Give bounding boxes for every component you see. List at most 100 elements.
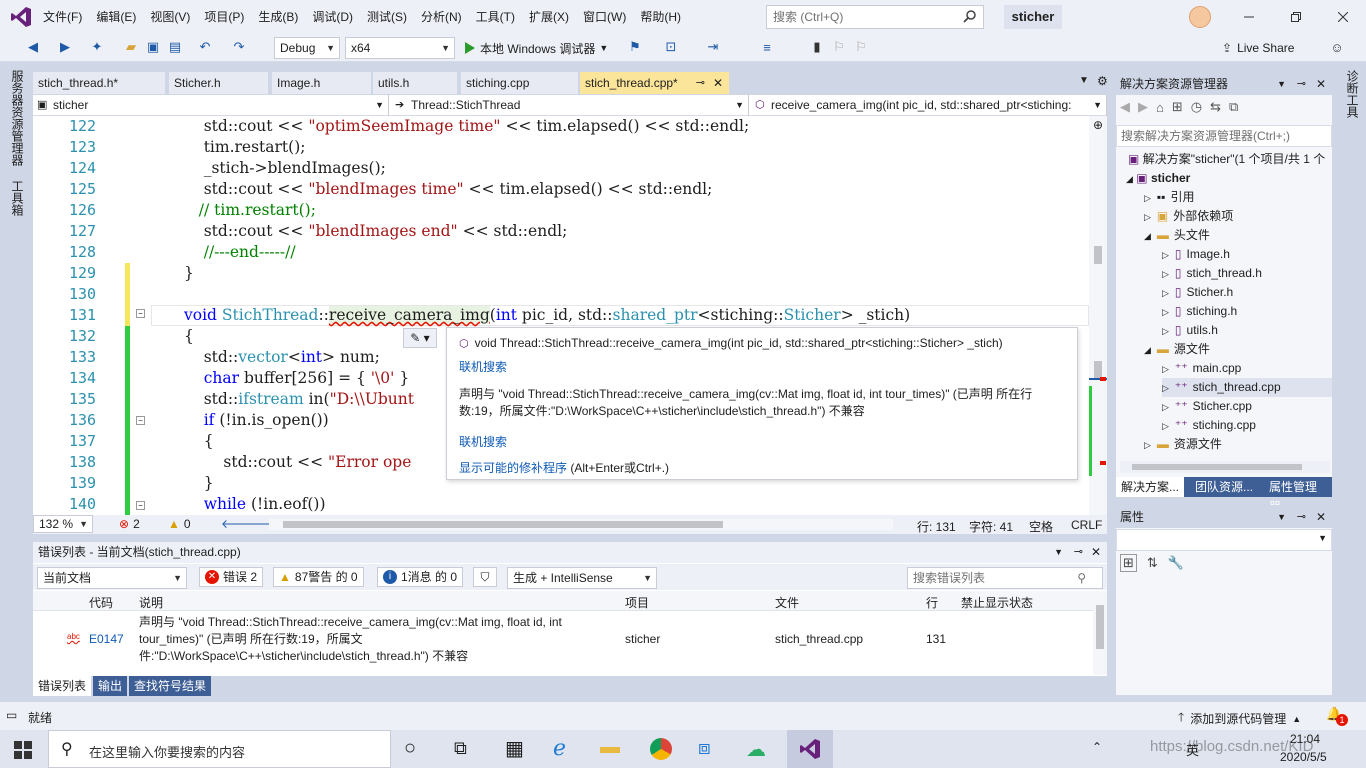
server-explorer-tab[interactable]: 服务器资源管理器 bbox=[9, 70, 26, 166]
tree-item[interactable]: ▷ ⁺⁺ stich_thread.cpp bbox=[1162, 378, 1332, 397]
scroll-thumb[interactable] bbox=[1094, 246, 1102, 264]
visual-studio-taskbar-icon[interactable] bbox=[787, 730, 833, 768]
categorized-icon[interactable]: ⊞ bbox=[1120, 554, 1137, 572]
tab-team-explorer[interactable]: 团队资源... bbox=[1190, 477, 1259, 497]
close-icon[interactable]: ✕ bbox=[1316, 506, 1326, 528]
menu-project[interactable]: 项目(P) bbox=[197, 0, 251, 34]
collapsed-icon[interactable]: ▷ bbox=[1162, 402, 1169, 412]
code-line[interactable]: if (!in.is_open()) bbox=[184, 410, 329, 431]
taskbar-search-input[interactable]: ⚲ 在这里输入你要搜索的内容 bbox=[48, 730, 391, 768]
tree-item[interactable]: ▷ ⁺⁺ stiching.cpp bbox=[1162, 416, 1256, 435]
panel-menu-icon[interactable]: ▼ bbox=[1054, 542, 1063, 563]
collapsed-icon[interactable]: ▷ bbox=[1162, 364, 1169, 374]
tab-stiching-cpp[interactable]: stiching.cpp bbox=[461, 72, 579, 94]
online-search-link[interactable]: 联机搜索 bbox=[459, 358, 507, 375]
config-select[interactable]: Debug ▼ bbox=[274, 37, 340, 59]
menu-help[interactable]: 帮助(H) bbox=[633, 0, 688, 34]
tree-hscrollbar[interactable] bbox=[1120, 461, 1330, 473]
comment-icon[interactable]: ≡ bbox=[758, 38, 776, 56]
expanded-icon[interactable]: ◢ bbox=[1144, 345, 1151, 355]
collapsed-icon[interactable]: ▷ bbox=[1162, 307, 1169, 317]
tree-item[interactable]: ▷ ▯ stiching.h bbox=[1162, 302, 1237, 321]
tab-output[interactable]: 输出 bbox=[93, 676, 128, 696]
task-view-icon[interactable]: ⧉ bbox=[454, 738, 467, 759]
code-line[interactable]: std::vector<int> num; bbox=[184, 347, 380, 368]
expanded-icon[interactable]: ◢ bbox=[1144, 231, 1151, 241]
hscroll-thumb[interactable] bbox=[283, 521, 723, 528]
code-line[interactable]: // tim.restart(); bbox=[184, 200, 316, 221]
close-window-button[interactable] bbox=[1320, 0, 1366, 34]
menu-debug[interactable]: 调试(D) bbox=[305, 0, 360, 34]
tree-item[interactable]: ▷ ▪▪ 引用 bbox=[1144, 188, 1194, 207]
code-line[interactable]: } bbox=[184, 473, 214, 494]
tree-item[interactable]: ▷ ▯ utils.h bbox=[1162, 321, 1218, 340]
tree-item[interactable]: ◢ ▬ 头文件 bbox=[1144, 226, 1210, 245]
tree-item[interactable]: ▷ ⁺⁺ Sticher.cpp bbox=[1162, 397, 1252, 416]
user-avatar[interactable] bbox=[1189, 6, 1211, 28]
panel-menu-icon[interactable]: ▼ bbox=[1277, 506, 1286, 528]
collapse-all-icon[interactable]: ⧉ bbox=[1229, 99, 1238, 115]
menu-edit[interactable]: 编辑(E) bbox=[89, 0, 143, 34]
menu-tools[interactable]: 工具(T) bbox=[469, 0, 522, 34]
save-all-icon[interactable]: ▤ bbox=[166, 38, 184, 56]
collapsed-icon[interactable]: ▷ bbox=[1162, 383, 1169, 393]
scope-nav-select[interactable]: ➔ Thread::StichThread ▼ bbox=[391, 95, 749, 116]
quick-action-button[interactable]: ✎ ▾ bbox=[403, 328, 437, 348]
error-code[interactable]: E0147 bbox=[89, 632, 124, 646]
edge-icon[interactable]: ℯ bbox=[553, 735, 566, 761]
tab-find-symbol[interactable]: 查找符号结果 bbox=[129, 676, 211, 696]
notification-bell[interactable]: 🔔 1 bbox=[1326, 706, 1348, 726]
step-icon[interactable]: ⇥ bbox=[704, 38, 722, 56]
table-row[interactable]: abc E0147 声明与 "void Thread::StichThread:… bbox=[33, 612, 1097, 668]
sync-icon[interactable]: ⇆ bbox=[1210, 99, 1221, 115]
wrench-icon[interactable]: 🔧 bbox=[1168, 555, 1184, 571]
member-nav-select[interactable]: ⬡ receive_camera_img(int pic_id, std::sh… bbox=[751, 95, 1107, 116]
vs-logo-icon[interactable] bbox=[10, 6, 32, 28]
tab-utils-h[interactable]: utils.h bbox=[373, 72, 458, 94]
collapsed-icon[interactable]: ▷ bbox=[1144, 440, 1151, 450]
code-line[interactable]: std::cout << "blendImages time" << tim.e… bbox=[184, 179, 713, 200]
col-file[interactable]: 文件 bbox=[775, 594, 799, 611]
errors-filter-button[interactable]: ✕ 错误 2 bbox=[199, 567, 264, 587]
zoom-select[interactable]: 132 % ▼ bbox=[33, 515, 93, 533]
code-line[interactable]: std::cout << "blendImages end" << std::e… bbox=[184, 221, 568, 242]
alphabetical-icon[interactable]: ⇅ bbox=[1147, 555, 1158, 571]
collapsed-icon[interactable]: ▷ bbox=[1162, 288, 1169, 298]
tab-sticher-h[interactable]: Sticher.h bbox=[169, 72, 269, 94]
add-source-control-button[interactable]: 🡑 添加到源代码管理 ▲ bbox=[1178, 708, 1301, 729]
code-line[interactable]: { bbox=[184, 431, 214, 452]
code-line[interactable]: //---end-----// bbox=[184, 242, 296, 263]
code-line[interactable]: std::cout << "Error ope bbox=[184, 452, 411, 473]
collapsed-icon[interactable]: ▷ bbox=[1162, 326, 1169, 336]
properties-object-select[interactable]: ▼ bbox=[1116, 529, 1332, 551]
messages-filter-button[interactable]: i 1消息 的 0 bbox=[377, 567, 464, 587]
back-icon[interactable]: ◀ bbox=[1120, 99, 1130, 115]
col-project[interactable]: 项目 bbox=[625, 594, 649, 611]
collapsed-icon[interactable]: ▷ bbox=[1144, 212, 1151, 222]
feedback-icon[interactable]: ☺ bbox=[1328, 38, 1346, 56]
col-description[interactable]: 说明 bbox=[139, 594, 163, 611]
menu-file[interactable]: 文件(F) bbox=[36, 0, 89, 34]
save-icon[interactable]: ▣ bbox=[144, 38, 162, 56]
collapsed-icon[interactable]: ▷ bbox=[1162, 269, 1169, 279]
chrome-icon[interactable] bbox=[650, 738, 672, 760]
error-search-input[interactable]: 搜索错误列表 ⚲ bbox=[907, 567, 1103, 589]
tab-error-list[interactable]: 错误列表 bbox=[33, 676, 92, 696]
pin-icon[interactable]: ⊸ bbox=[1297, 73, 1306, 95]
tree-item[interactable]: ▷ ▬ 资源文件 bbox=[1144, 435, 1222, 454]
platform-select[interactable]: x64 ▼ bbox=[345, 37, 455, 59]
redo-icon[interactable]: ↷ bbox=[230, 38, 248, 56]
collapse-toggle-140[interactable]: − bbox=[136, 501, 145, 510]
home-icon[interactable]: ⌂ bbox=[1156, 100, 1164, 115]
switch-views-icon[interactable]: ⊞ bbox=[1172, 99, 1183, 115]
tab-overflow-icon[interactable]: ▼ bbox=[1079, 75, 1089, 86]
code-line[interactable]: _stich->blendImages(); bbox=[184, 158, 386, 179]
tab-stich-thread-h[interactable]: stich_thread.h* bbox=[33, 72, 166, 94]
tree-item[interactable]: ◢ ▬ 源文件 bbox=[1144, 340, 1210, 359]
code-line[interactable]: char buffer[256] = { '\0' } bbox=[184, 368, 409, 389]
diagnostic-tools-tab[interactable]: 诊断工具 bbox=[1344, 70, 1361, 118]
pending-changes-icon[interactable]: ◷ bbox=[1191, 99, 1202, 115]
error-count[interactable]: ⊗ 2 bbox=[119, 517, 140, 531]
wechat-icon[interactable]: ☁ bbox=[746, 737, 766, 762]
toolbox-tab[interactable]: 工具箱 bbox=[9, 180, 26, 216]
